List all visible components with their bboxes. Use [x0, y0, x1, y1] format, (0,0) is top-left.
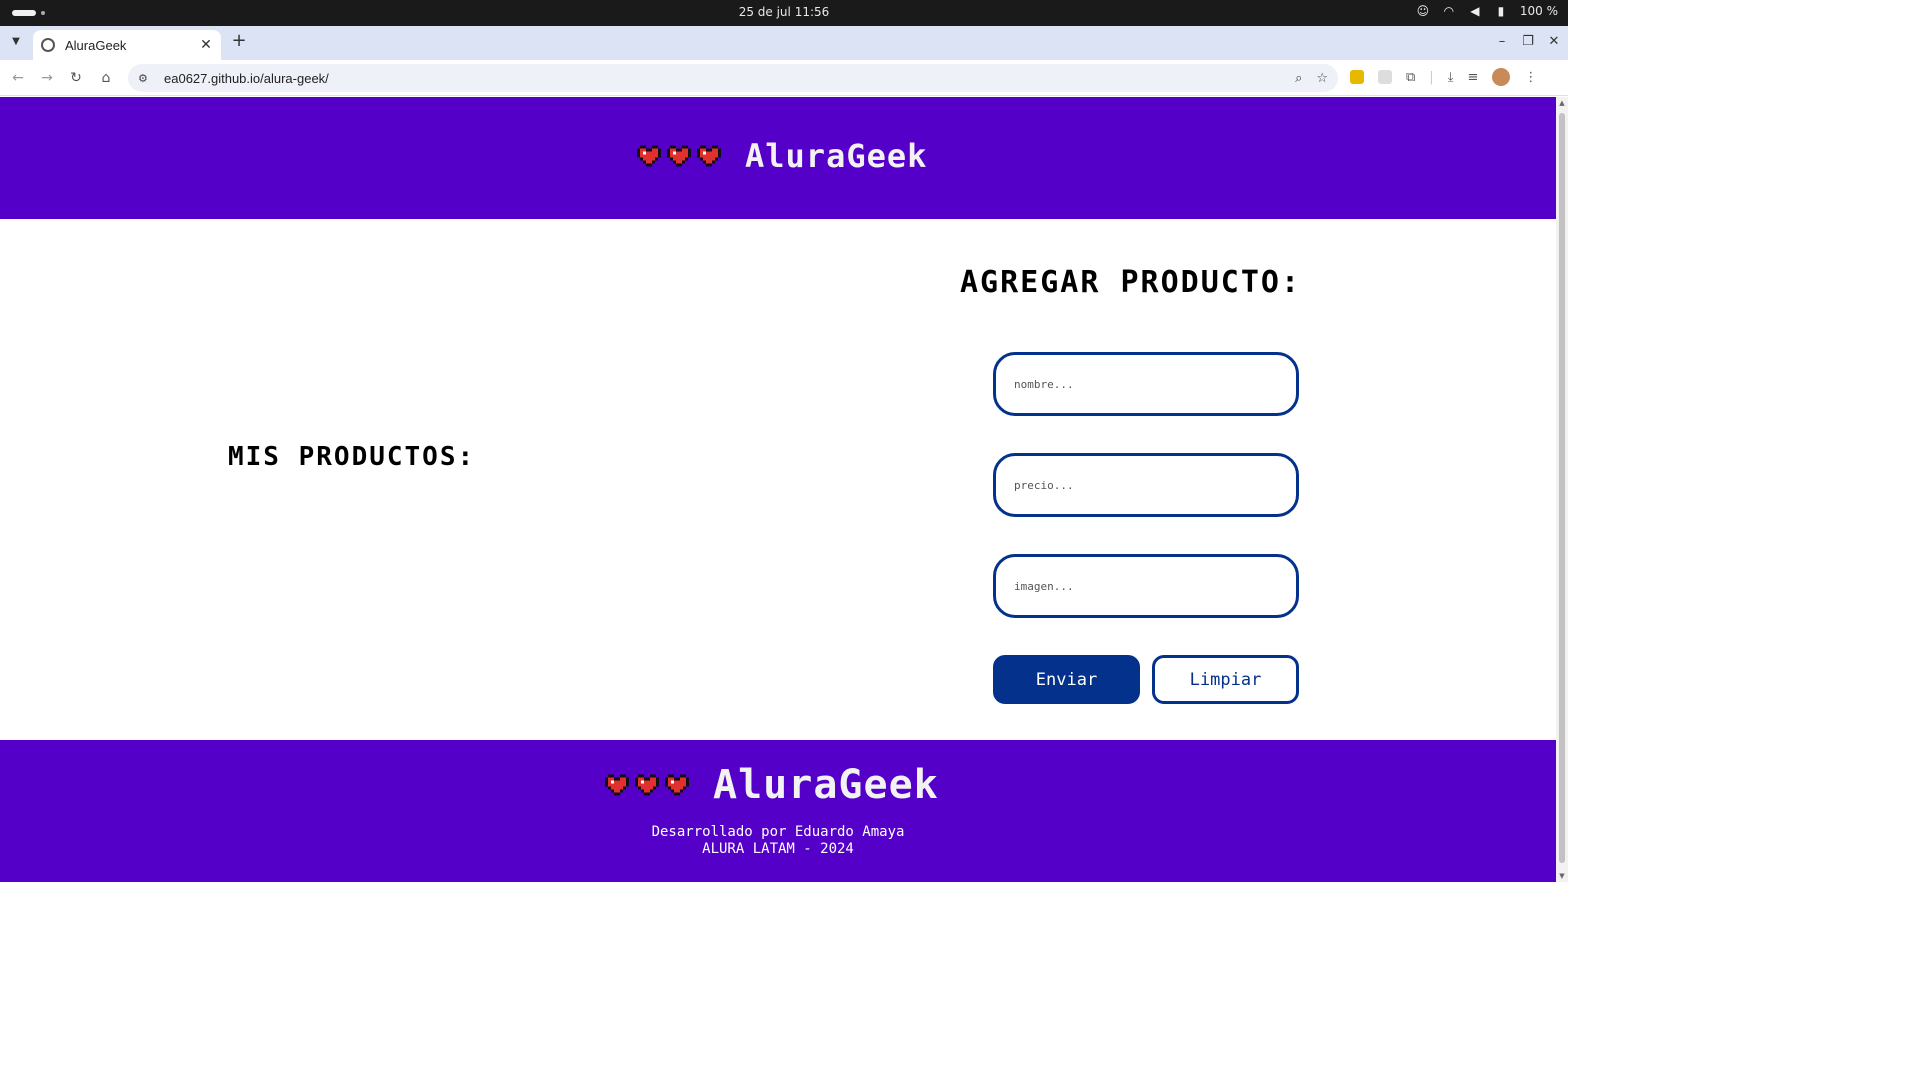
footer-brand-name: AluraGeek [713, 762, 939, 808]
window-controls: – ❐ ✕ [1496, 34, 1560, 49]
volume-icon: ◀ [1470, 4, 1480, 18]
back-icon[interactable]: ← [8, 68, 28, 88]
scroll-up-icon[interactable]: ▲ [1558, 99, 1566, 107]
product-price-input[interactable] [993, 453, 1299, 517]
close-window-icon[interactable]: ✕ [1548, 34, 1560, 49]
home-icon[interactable]: ⌂ [96, 68, 116, 88]
tab-title: AluraGeek [65, 37, 127, 53]
product-image-input[interactable] [993, 554, 1299, 618]
hearts-group [637, 144, 721, 168]
toolbar-divider: | [1429, 69, 1434, 85]
extension-icon[interactable] [1350, 70, 1364, 84]
accessibility-icon[interactable]: ☺ [1416, 4, 1430, 18]
scroll-down-icon[interactable]: ▼ [1558, 872, 1566, 880]
header-brand-name: AluraGeek [745, 137, 928, 175]
header-brand[interactable]: AluraGeek [637, 137, 927, 175]
send-button[interactable]: Enviar [993, 655, 1140, 704]
pixel-heart-icon [635, 774, 659, 796]
extensions-puzzle-icon[interactable]: ⧉ [1406, 70, 1415, 85]
menu-kebab-icon[interactable]: ⋮ [1524, 70, 1537, 85]
product-name-input[interactable] [993, 352, 1299, 416]
download-icon[interactable]: ⤓ [1448, 70, 1454, 85]
footer-brand[interactable]: AluraGeek [605, 762, 939, 808]
extension-icons: ⧉ | ⤓ ≡ ⋮ [1350, 68, 1537, 86]
new-tab-button[interactable]: + [230, 32, 248, 52]
minimize-icon[interactable]: – [1496, 34, 1508, 49]
restore-icon[interactable]: ❐ [1522, 34, 1534, 49]
my-products-title: MIS PRODUCTOS: [228, 442, 476, 472]
footer-copyright: ALURA LATAM - 2024 [702, 841, 854, 857]
pixel-heart-icon [637, 145, 661, 167]
browser-tab[interactable]: AluraGeek ✕ [33, 30, 221, 60]
site-footer: AluraGeek Desarrollado por Eduardo Amaya… [0, 740, 1556, 882]
url-text[interactable]: ea0627.github.io/alura-geek/ [164, 71, 1295, 86]
clear-button[interactable]: Limpiar [1152, 655, 1299, 704]
browser-toolbar: ← → ↻ ⌂ ⚙ ea0627.github.io/alura-geek/ ⌕… [0, 60, 1568, 96]
web-page: AluraGeek MIS PRODUCTOS: AGREGAR PRODUCT… [0, 97, 1556, 882]
battery-icon: ▮ [1497, 4, 1505, 18]
os-top-bar: 25 de jul 11:56 ☺ ◠ ◀ ▮ 100 % [0, 0, 1568, 26]
pixel-heart-icon [605, 774, 629, 796]
media-control-icon[interactable]: ≡ [1467, 70, 1478, 85]
globe-icon [41, 38, 55, 52]
scrollbar-thumb[interactable] [1559, 113, 1565, 863]
os-status-area[interactable]: ☺ ◠ ◀ ▮ 100 % [1416, 4, 1558, 18]
page-scrollbar[interactable]: ▲ ▼ [1556, 97, 1568, 882]
tab-search-icon[interactable]: ▼ [6, 32, 26, 52]
zoom-icon[interactable]: ⌕ [1295, 71, 1302, 86]
site-info-icon[interactable]: ⚙ [138, 72, 152, 85]
reload-icon[interactable]: ↻ [66, 68, 86, 88]
battery-level: 100 % [1519, 4, 1558, 18]
add-product-title: AGREGAR PRODUCTO: [960, 265, 1302, 300]
forward-icon[interactable]: → [37, 68, 57, 88]
address-bar[interactable]: ⚙ ea0627.github.io/alura-geek/ ⌕ ☆ [128, 64, 1338, 92]
pixel-heart-icon [667, 145, 691, 167]
os-clock[interactable]: 25 de jul 11:56 [0, 5, 1568, 19]
wifi-icon: ◠ [1443, 4, 1455, 18]
bookmark-star-icon[interactable]: ☆ [1316, 71, 1328, 86]
footer-credit: Desarrollado por Eduardo Amaya [651, 824, 905, 840]
site-header: AluraGeek [0, 97, 1556, 219]
pixel-heart-icon [697, 145, 721, 167]
browser-tab-strip: ▼ AluraGeek ✕ + – ❐ ✕ [0, 26, 1568, 60]
hearts-group [605, 773, 689, 797]
extension-icon[interactable] [1378, 70, 1392, 84]
close-tab-icon[interactable]: ✕ [199, 37, 213, 53]
profile-avatar[interactable] [1492, 68, 1511, 86]
pixel-heart-icon [665, 774, 689, 796]
